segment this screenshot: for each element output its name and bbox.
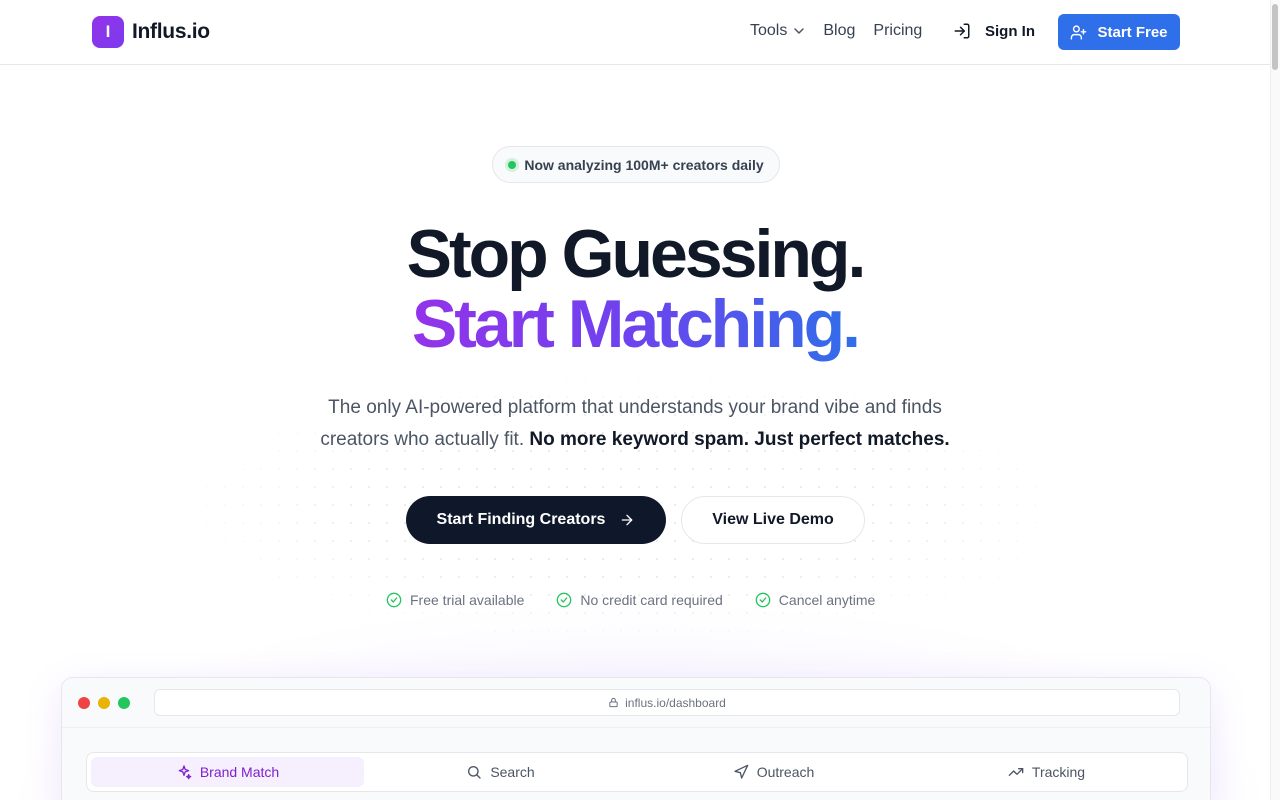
dashboard-body: Brand Match Search Outreach Tracking — [62, 728, 1210, 800]
url-bar: influs.io/dashboard — [154, 689, 1180, 716]
benefit-item: Cancel anytime — [755, 592, 876, 608]
tab-label: Tracking — [1031, 764, 1086, 780]
sparkles-icon — [178, 765, 192, 780]
benefit-label: No credit card required — [580, 592, 723, 608]
check-circle-icon — [386, 592, 402, 608]
nav-blog[interactable]: Blog — [823, 22, 855, 40]
headline-gradient-text: Start Matching. — [411, 286, 861, 362]
status-badge-text: Now analyzing 100M+ creators daily — [524, 156, 764, 173]
dashboard-tabs: Brand Match Search Outreach Tracking — [86, 752, 1188, 792]
dashboard-preview-window: influs.io/dashboard Brand Match Search O… — [61, 677, 1211, 800]
start-free-label: Start Free — [1097, 23, 1168, 41]
tab-label: Search — [490, 764, 535, 780]
logo[interactable]: I Influs.io — [92, 16, 210, 48]
maximize-dot-icon — [118, 697, 130, 709]
nav-pricing[interactable]: Pricing — [873, 22, 922, 40]
search-icon — [468, 766, 481, 779]
url-text: influs.io/dashboard — [625, 695, 726, 710]
top-navbar: I Influs.io Tools Blog Pricing Sign In S… — [0, 0, 1280, 65]
tab-label: Brand Match — [199, 764, 280, 780]
benefit-item: Free trial available — [386, 592, 524, 608]
user-plus-icon — [1071, 24, 1087, 40]
lock-icon — [609, 697, 618, 708]
hero-subtext: The only AI-powered platform that unders… — [300, 392, 970, 456]
benefit-label: Free trial available — [410, 592, 525, 608]
start-free-button[interactable]: Start Free — [1058, 14, 1180, 50]
chevron-down-icon — [794, 28, 805, 34]
arrow-right-icon — [622, 514, 633, 526]
tab-search[interactable]: Search — [364, 757, 637, 787]
start-finding-creators-button[interactable]: Start Finding Creators — [406, 496, 666, 544]
window-titlebar: influs.io/dashboard — [62, 678, 1210, 728]
close-dot-icon — [78, 697, 90, 709]
benefit-item: No credit card required — [556, 592, 723, 608]
hero-subtext-bold: No more keyword spam. Just perfect match… — [529, 429, 950, 450]
tab-label: Outreach — [756, 764, 815, 780]
send-icon — [734, 764, 749, 779]
sign-in-icon — [954, 23, 970, 39]
scrollbar-thumb[interactable] — [1272, 4, 1278, 70]
tab-outreach[interactable]: Outreach — [637, 757, 910, 787]
tab-tracking[interactable]: Tracking — [910, 757, 1183, 787]
nav-links: Tools Blog Pricing — [750, 22, 922, 40]
tab-brand-match[interactable]: Brand Match — [91, 757, 364, 787]
nav-tools[interactable]: Tools — [750, 22, 805, 40]
benefit-label: Cancel anytime — [778, 592, 876, 608]
benefit-list: Free trial available No credit card requ… — [386, 592, 875, 608]
headline-line2: Start Matching. — [0, 290, 1270, 358]
sign-in-label: Sign In — [985, 22, 1035, 40]
logo-mark: I — [92, 16, 124, 48]
logo-text: Influs.io — [132, 20, 210, 43]
live-dot-icon — [508, 160, 517, 169]
primary-cta-label: Start Finding Creators — [436, 511, 606, 528]
status-badge: Now analyzing 100M+ creators daily — [492, 146, 780, 183]
check-circle-icon — [557, 592, 572, 608]
view-live-demo-button[interactable]: View Live Demo — [681, 496, 865, 544]
sign-in-button[interactable]: Sign In — [953, 22, 1035, 40]
headline-line1: Stop Guessing. — [406, 216, 867, 292]
check-circle-icon — [755, 592, 771, 608]
nav-tools-label: Tools — [750, 22, 788, 39]
trending-up-icon — [1008, 768, 1024, 776]
minimize-dot-icon — [98, 697, 110, 709]
